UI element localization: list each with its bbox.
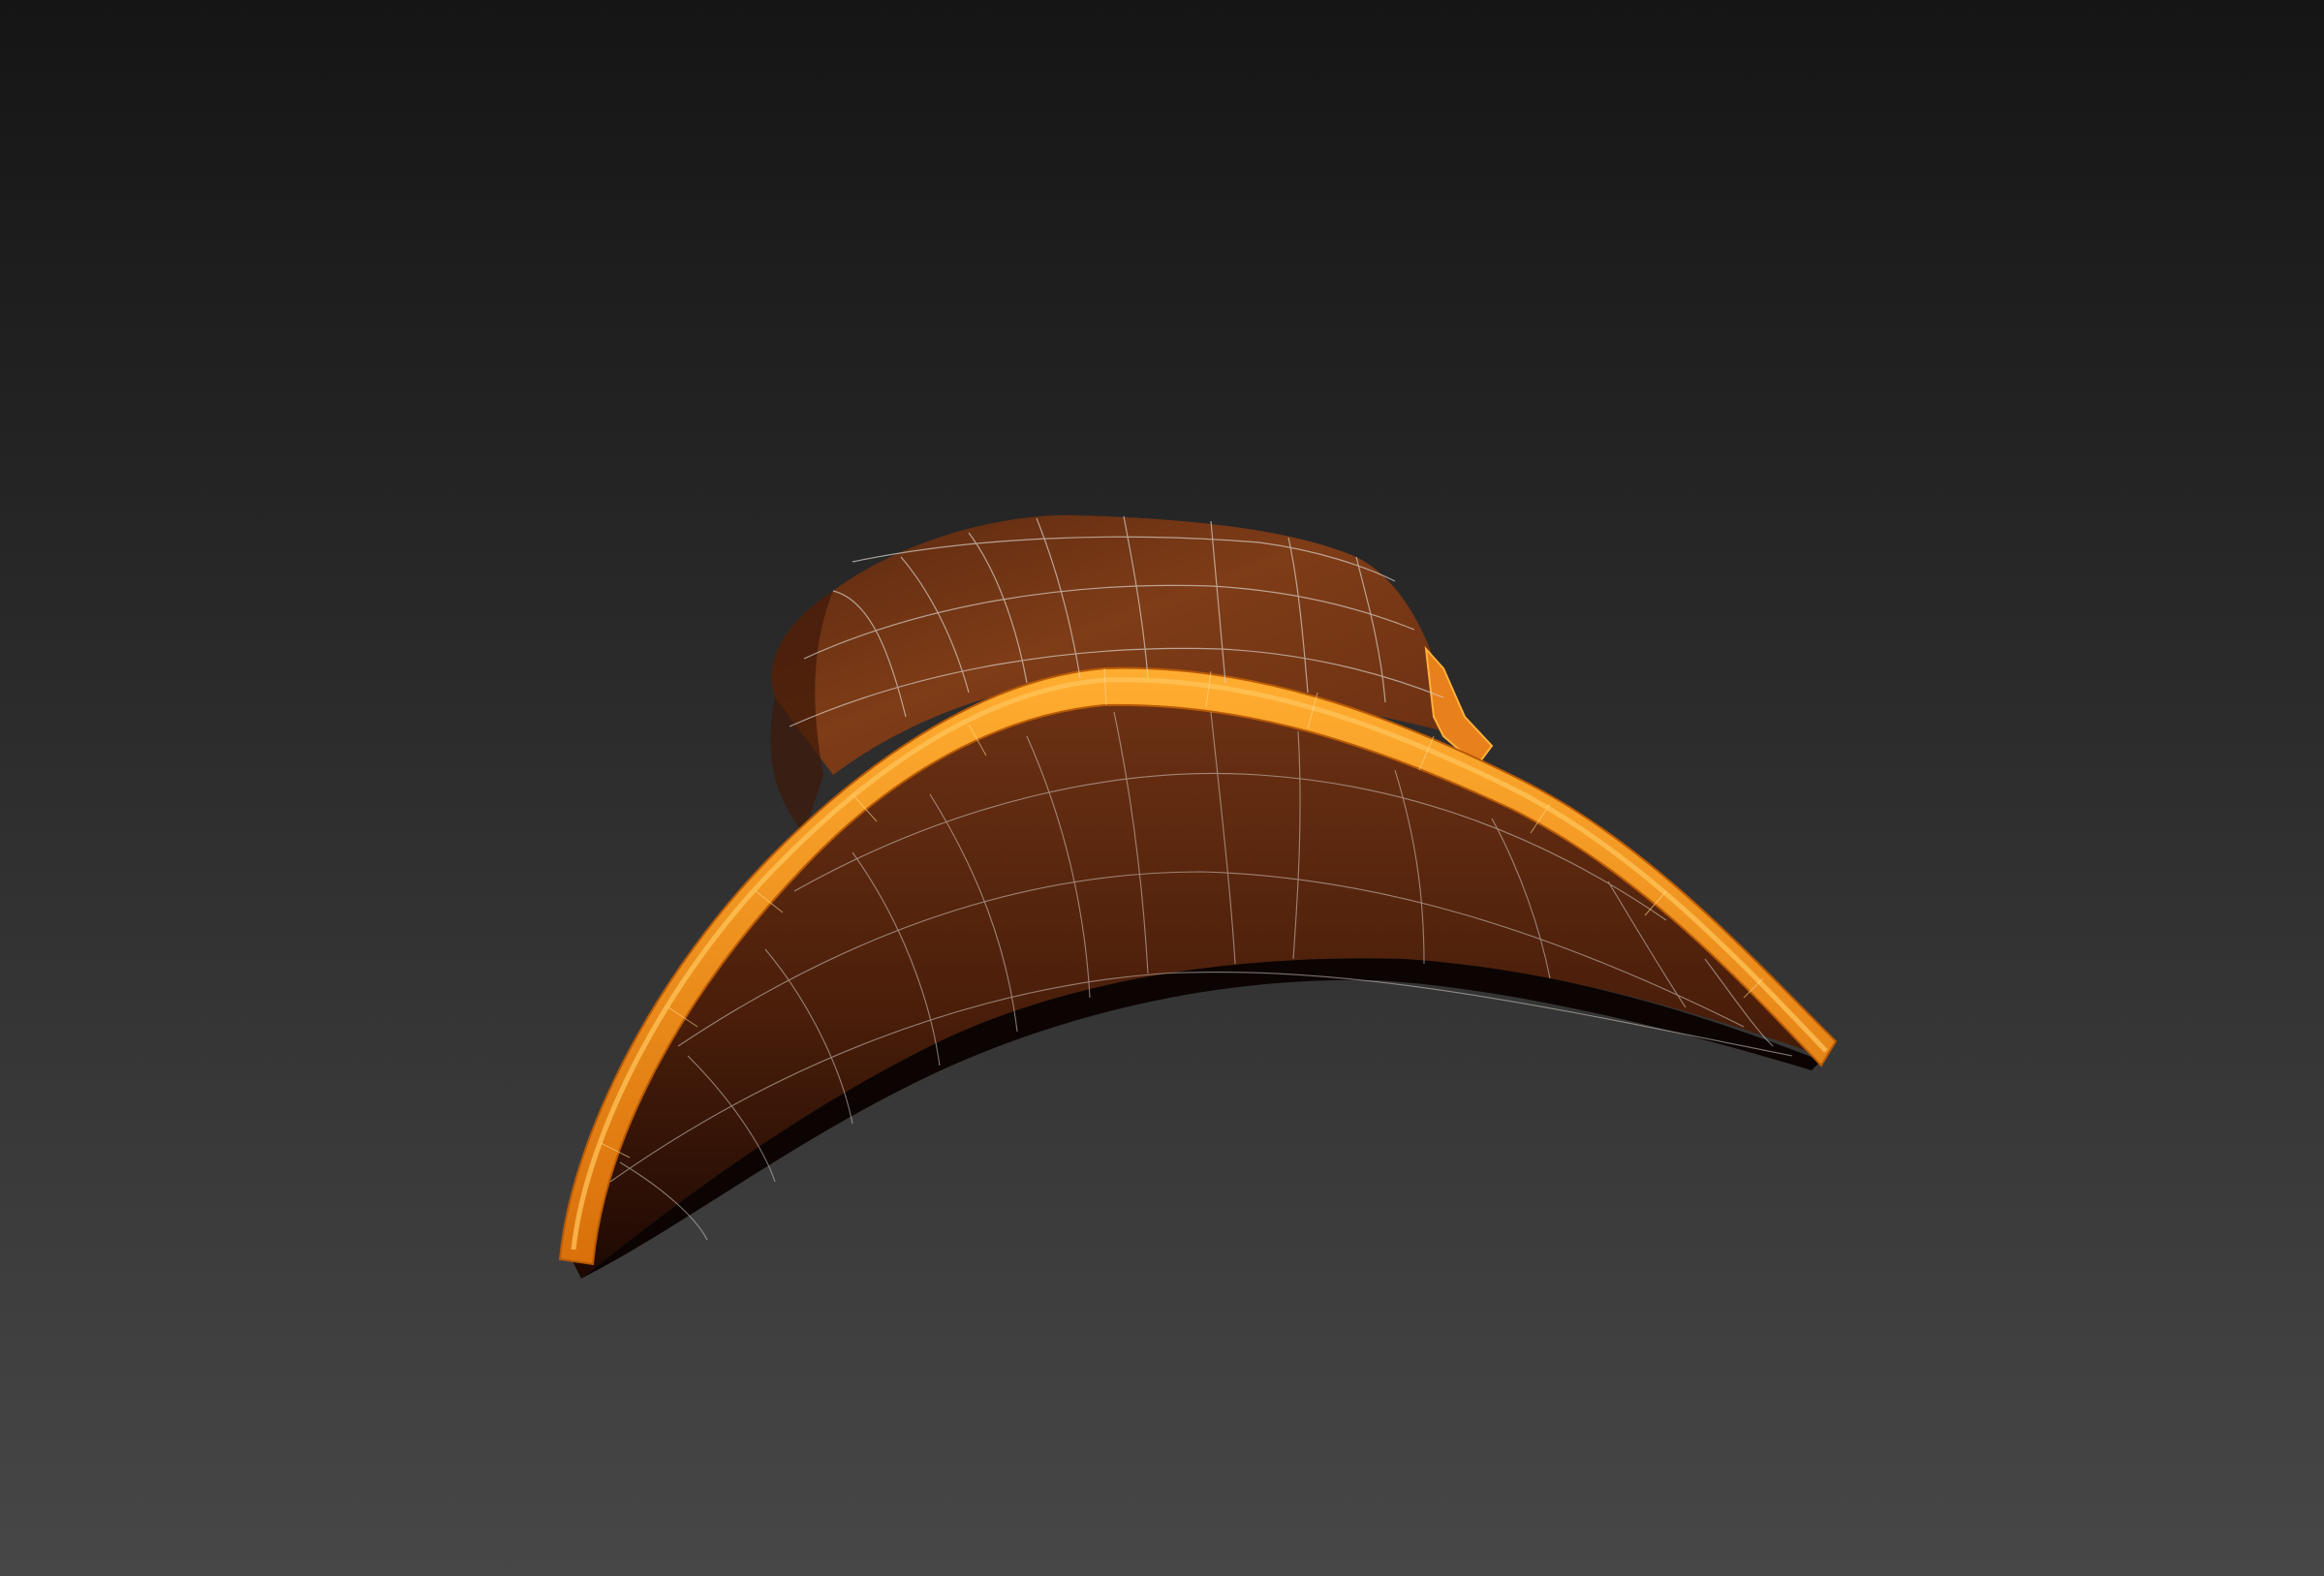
viewport-scene[interactable] [0,0,2324,1576]
3d-viewport[interactable] [0,0,2324,1576]
